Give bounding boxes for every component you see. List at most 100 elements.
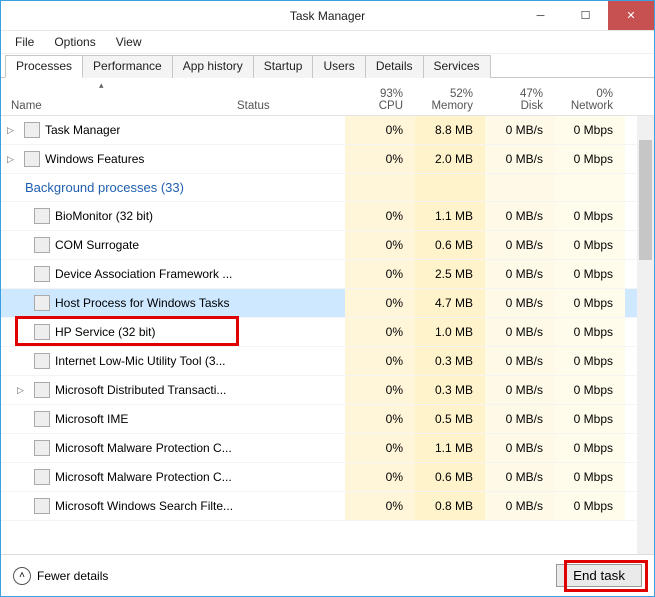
tab-apphistory[interactable]: App history <box>172 55 254 78</box>
process-network: 0 Mbps <box>555 116 625 144</box>
process-name: Internet Low-Mic Utility Tool (3... <box>55 354 226 368</box>
process-row[interactable]: COM Surrogate 0% 0.6 MB 0 MB/s 0 Mbps <box>1 231 654 260</box>
process-icon <box>34 469 50 485</box>
process-cpu: 0% <box>345 289 415 317</box>
process-row[interactable]: Device Association Framework ... 0% 2.5 … <box>1 260 654 289</box>
process-icon <box>34 498 50 514</box>
process-icon <box>34 208 50 224</box>
process-icon <box>24 151 40 167</box>
process-name: BioMonitor (32 bit) <box>55 209 153 223</box>
close-button[interactable]: ✕ <box>608 1 654 30</box>
process-memory: 4.7 MB <box>415 289 485 317</box>
tab-users[interactable]: Users <box>312 55 365 78</box>
expand-icon[interactable]: ▷ <box>7 125 19 136</box>
footer: ˄ Fewer details End task <box>1 554 654 596</box>
process-disk: 0 MB/s <box>485 145 555 173</box>
col-disk-header[interactable]: 47% Disk <box>485 88 555 112</box>
process-disk: 0 MB/s <box>485 405 555 433</box>
process-row[interactable]: ▷ Windows Features 0% 2.0 MB 0 MB/s 0 Mb… <box>1 145 654 174</box>
col-memory-header[interactable]: 52% Memory <box>415 88 485 112</box>
tab-details[interactable]: Details <box>365 55 424 78</box>
chevron-up-icon: ˄ <box>13 567 31 585</box>
process-cpu: 0% <box>345 260 415 288</box>
process-row[interactable]: Microsoft Malware Protection C... 0% 1.1… <box>1 434 654 463</box>
process-disk: 0 MB/s <box>485 347 555 375</box>
titlebar: Task Manager ─ ☐ ✕ <box>1 1 654 31</box>
col-network-header[interactable]: 0% Network <box>555 88 625 112</box>
process-disk: 0 MB/s <box>485 202 555 230</box>
process-row[interactable]: HP Service (32 bit) 0% 1.0 MB 0 MB/s 0 M… <box>1 318 654 347</box>
process-disk: 0 MB/s <box>485 376 555 404</box>
process-cpu: 0% <box>345 318 415 346</box>
expand-icon[interactable]: ▷ <box>17 385 29 396</box>
process-cpu: 0% <box>345 116 415 144</box>
tab-processes[interactable]: Processes <box>5 55 83 78</box>
process-icon <box>34 411 50 427</box>
process-disk: 0 MB/s <box>485 289 555 317</box>
process-memory: 0.6 MB <box>415 463 485 491</box>
process-icon <box>34 382 50 398</box>
end-task-button[interactable]: End task <box>556 564 642 587</box>
process-name: COM Surrogate <box>55 238 139 252</box>
process-name: Microsoft Malware Protection C... <box>55 441 232 455</box>
process-cpu: 0% <box>345 347 415 375</box>
process-cpu: 0% <box>345 405 415 433</box>
process-name: Microsoft Distributed Transacti... <box>55 383 226 397</box>
scrollbar[interactable] <box>637 116 654 554</box>
sort-caret-icon: ▴ <box>99 80 104 91</box>
window-controls: ─ ☐ ✕ <box>518 1 654 30</box>
process-row[interactable]: Host Process for Windows Tasks 0% 4.7 MB… <box>1 289 654 318</box>
expand-icon[interactable]: ▷ <box>7 154 19 165</box>
tab-services[interactable]: Services <box>423 55 491 78</box>
process-cpu: 0% <box>345 231 415 259</box>
process-memory: 0.3 MB <box>415 376 485 404</box>
process-network: 0 Mbps <box>555 318 625 346</box>
minimize-button[interactable]: ─ <box>518 1 563 30</box>
process-disk: 0 MB/s <box>485 116 555 144</box>
scrollbar-thumb[interactable] <box>639 140 652 260</box>
process-list: ▷ Task Manager 0% 8.8 MB 0 MB/s 0 Mbps ▷… <box>1 116 654 554</box>
process-memory: 1.1 MB <box>415 202 485 230</box>
process-row[interactable]: Microsoft IME 0% 0.5 MB 0 MB/s 0 Mbps <box>1 405 654 434</box>
process-row[interactable]: ▷ Microsoft Distributed Transacti... 0% … <box>1 376 654 405</box>
process-row[interactable]: BioMonitor (32 bit) 0% 1.1 MB 0 MB/s 0 M… <box>1 202 654 231</box>
menu-options[interactable]: Options <box>46 33 103 51</box>
process-name: Microsoft IME <box>55 412 128 426</box>
maximize-button[interactable]: ☐ <box>563 1 608 30</box>
process-cpu: 0% <box>345 376 415 404</box>
process-memory: 2.0 MB <box>415 145 485 173</box>
process-name: Device Association Framework ... <box>55 267 232 281</box>
process-network: 0 Mbps <box>555 347 625 375</box>
process-memory: 0.5 MB <box>415 405 485 433</box>
process-disk: 0 MB/s <box>485 231 555 259</box>
process-row[interactable]: ▷ Task Manager 0% 8.8 MB 0 MB/s 0 Mbps <box>1 116 654 145</box>
process-memory: 8.8 MB <box>415 116 485 144</box>
process-row[interactable]: Microsoft Malware Protection C... 0% 0.6… <box>1 463 654 492</box>
process-icon <box>34 353 50 369</box>
tab-performance[interactable]: Performance <box>82 55 173 78</box>
fewer-details-button[interactable]: ˄ Fewer details <box>13 567 108 585</box>
process-network: 0 Mbps <box>555 434 625 462</box>
process-network: 0 Mbps <box>555 260 625 288</box>
process-row[interactable]: Internet Low-Mic Utility Tool (3... 0% 0… <box>1 347 654 376</box>
process-name: Windows Features <box>45 152 144 166</box>
process-network: 0 Mbps <box>555 492 625 520</box>
col-status-header[interactable]: Status <box>237 100 345 112</box>
process-cpu: 0% <box>345 145 415 173</box>
process-network: 0 Mbps <box>555 463 625 491</box>
tab-startup[interactable]: Startup <box>253 55 314 78</box>
process-name: Host Process for Windows Tasks <box>55 296 230 310</box>
process-icon <box>34 440 50 456</box>
menu-view[interactable]: View <box>108 33 150 51</box>
col-name-header[interactable]: Name <box>1 100 237 112</box>
process-row[interactable]: Microsoft Windows Search Filte... 0% 0.8… <box>1 492 654 521</box>
col-cpu-header[interactable]: 93% CPU <box>345 88 415 112</box>
process-memory: 0.3 MB <box>415 347 485 375</box>
group-header: Background processes (33) <box>1 174 654 202</box>
menu-file[interactable]: File <box>7 33 42 51</box>
process-disk: 0 MB/s <box>485 434 555 462</box>
process-icon <box>34 266 50 282</box>
process-network: 0 Mbps <box>555 289 625 317</box>
process-memory: 1.1 MB <box>415 434 485 462</box>
process-name: HP Service (32 bit) <box>55 325 155 339</box>
